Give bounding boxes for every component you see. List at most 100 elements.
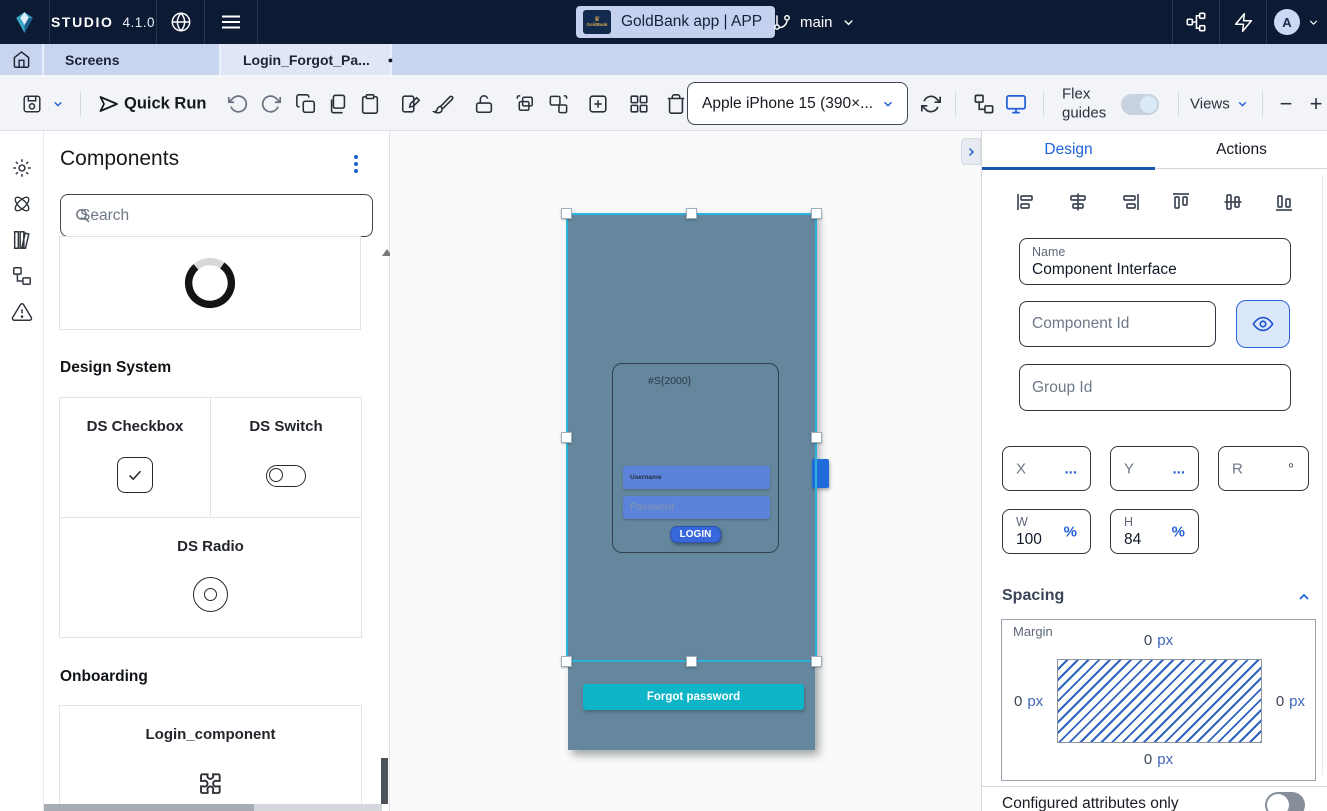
brand-version: 4.1.0 bbox=[122, 14, 156, 30]
ds-checkbox-label: DS Checkbox bbox=[86, 418, 184, 435]
warnings-rail-button[interactable] bbox=[11, 301, 33, 323]
align-right-button[interactable] bbox=[1118, 190, 1142, 214]
component-preview-card[interactable] bbox=[59, 236, 361, 330]
account-menu[interactable]: A bbox=[1267, 0, 1327, 44]
align-center-vertical-button[interactable] bbox=[1221, 190, 1245, 214]
component-ds-switch[interactable]: DS Switch bbox=[210, 397, 362, 518]
margin-bottom-value[interactable]: 0 px bbox=[1002, 751, 1315, 768]
branch-selector[interactable]: main bbox=[772, 0, 856, 44]
width-value: 100 bbox=[1016, 531, 1042, 548]
divider bbox=[1178, 91, 1179, 117]
align-top-button[interactable] bbox=[1169, 190, 1193, 214]
group-button[interactable] bbox=[515, 93, 538, 116]
margin-left-value[interactable]: 0 px bbox=[1014, 693, 1043, 710]
components-menu-button[interactable] bbox=[354, 155, 358, 173]
x-label: X bbox=[1016, 460, 1027, 477]
redo-button[interactable] bbox=[261, 94, 282, 115]
left-rail bbox=[0, 131, 44, 811]
align-bottom-button[interactable] bbox=[1272, 190, 1296, 214]
visibility-button[interactable] bbox=[1236, 300, 1290, 348]
zoom-in-button[interactable]: + bbox=[1310, 91, 1323, 117]
library-rail-button[interactable] bbox=[11, 229, 33, 251]
height-field[interactable]: H 84 % bbox=[1110, 509, 1199, 554]
device-selector-value: Apple iPhone 15 (390×... bbox=[702, 94, 874, 112]
inspector-scrollbar-track[interactable] bbox=[1322, 175, 1323, 775]
paste-button[interactable] bbox=[359, 93, 381, 115]
tab-screens[interactable]: Screens bbox=[45, 44, 221, 75]
horizontal-scrollbar[interactable] bbox=[44, 804, 382, 811]
views-dropdown[interactable]: Views bbox=[1190, 96, 1249, 113]
login-card[interactable]: #S{2000} Username Password LOGIN bbox=[612, 363, 779, 553]
align-left-button[interactable] bbox=[1014, 190, 1038, 214]
undo-button[interactable] bbox=[227, 94, 249, 115]
canvas-side-handle[interactable] bbox=[812, 459, 829, 488]
home-tab[interactable] bbox=[0, 44, 44, 75]
ungroup-button[interactable] bbox=[547, 93, 570, 116]
app-switcher[interactable]: ♛ GoldBank GoldBank app | APP bbox=[576, 6, 776, 38]
tab-login-forgot[interactable]: Login_Forgot_Pa... ● bbox=[221, 44, 394, 75]
widgets-rail-button[interactable] bbox=[11, 193, 33, 215]
save-options-button[interactable] bbox=[52, 98, 65, 111]
settings-rail-button[interactable] bbox=[11, 157, 33, 179]
component-ds-radio[interactable]: DS Radio bbox=[59, 517, 362, 638]
copy-button[interactable] bbox=[327, 93, 349, 115]
alignment-toolbar bbox=[982, 180, 1327, 224]
components-grid-button[interactable] bbox=[628, 93, 650, 115]
delete-button[interactable] bbox=[665, 93, 687, 115]
margin-top-value[interactable]: 0 px bbox=[1002, 632, 1315, 649]
save-button[interactable] bbox=[21, 93, 43, 115]
configured-attributes-toggle[interactable] bbox=[1265, 792, 1305, 811]
component-login[interactable]: Login_component bbox=[59, 705, 362, 811]
tabbar: Screens Login_Forgot_Pa... ● bbox=[0, 44, 1327, 77]
component-id-field[interactable]: Component Id bbox=[1019, 301, 1216, 347]
quick-run-button[interactable]: Quick Run bbox=[124, 95, 207, 114]
y-value: ... bbox=[1172, 460, 1185, 477]
quick-run-icon[interactable] bbox=[97, 92, 121, 116]
tab-actions[interactable]: Actions bbox=[1155, 131, 1327, 169]
components-panel-title: Components bbox=[60, 147, 180, 170]
studio-logo[interactable] bbox=[0, 0, 49, 44]
login-button[interactable]: LOGIN bbox=[669, 526, 722, 543]
search-input[interactable] bbox=[61, 195, 372, 236]
group-id-placeholder: Group Id bbox=[1032, 378, 1093, 396]
tree-view-button[interactable] bbox=[973, 93, 996, 116]
forgot-password-button[interactable]: Forgot password bbox=[583, 684, 804, 710]
y-field[interactable]: Y ... bbox=[1110, 446, 1199, 491]
add-container-button[interactable] bbox=[587, 93, 609, 115]
unsaved-dot: ● bbox=[387, 54, 394, 65]
name-field[interactable]: Name Component Interface bbox=[1019, 238, 1291, 285]
device-selector[interactable]: Apple iPhone 15 (390×... bbox=[687, 82, 908, 125]
username-field[interactable]: Username bbox=[623, 466, 770, 489]
canvas[interactable]: #S{2000} Username Password LOGIN Forgot … bbox=[390, 131, 981, 811]
app-name: GoldBank app | APP bbox=[621, 13, 763, 30]
component-ds-checkbox[interactable]: DS Checkbox bbox=[59, 397, 211, 518]
refresh-button[interactable] bbox=[920, 93, 942, 115]
flex-guides-toggle[interactable] bbox=[1121, 94, 1159, 115]
main-menu-button[interactable] bbox=[205, 0, 257, 44]
inspector-panel: Design Actions Name Component Interface … bbox=[981, 131, 1327, 811]
tab-design[interactable]: Design bbox=[982, 131, 1155, 169]
duplicate-button[interactable] bbox=[295, 93, 317, 115]
vertical-scrollbar-thumb[interactable] bbox=[381, 758, 388, 804]
brush-button[interactable] bbox=[432, 93, 454, 115]
group-id-field[interactable]: Group Id bbox=[1019, 364, 1291, 411]
screen-view-button[interactable] bbox=[1005, 93, 1028, 116]
x-field[interactable]: X ... bbox=[1002, 446, 1091, 491]
collapse-inspector-button[interactable] bbox=[961, 138, 981, 165]
pages-tree-rail-button[interactable] bbox=[11, 265, 33, 287]
align-center-horizontal-button[interactable] bbox=[1066, 190, 1090, 214]
password-field[interactable]: Password bbox=[623, 496, 770, 519]
language-button[interactable] bbox=[157, 0, 204, 44]
structure-button[interactable] bbox=[1173, 0, 1219, 44]
zoom-out-button[interactable]: − bbox=[1280, 91, 1293, 117]
horizontal-scrollbar-thumb[interactable] bbox=[44, 804, 254, 811]
phone-screen[interactable]: #S{2000} Username Password LOGIN Forgot … bbox=[568, 213, 815, 750]
styles-button[interactable] bbox=[400, 93, 422, 115]
rotation-field[interactable]: R ° bbox=[1218, 446, 1309, 491]
lock-button[interactable] bbox=[473, 93, 495, 115]
spacing-collapse-button[interactable] bbox=[1296, 589, 1312, 605]
quick-actions-button[interactable] bbox=[1220, 0, 1266, 44]
margin-right-value[interactable]: 0 px bbox=[1276, 693, 1305, 710]
width-field[interactable]: W 100 % bbox=[1002, 509, 1091, 554]
y-label: Y bbox=[1124, 460, 1135, 477]
